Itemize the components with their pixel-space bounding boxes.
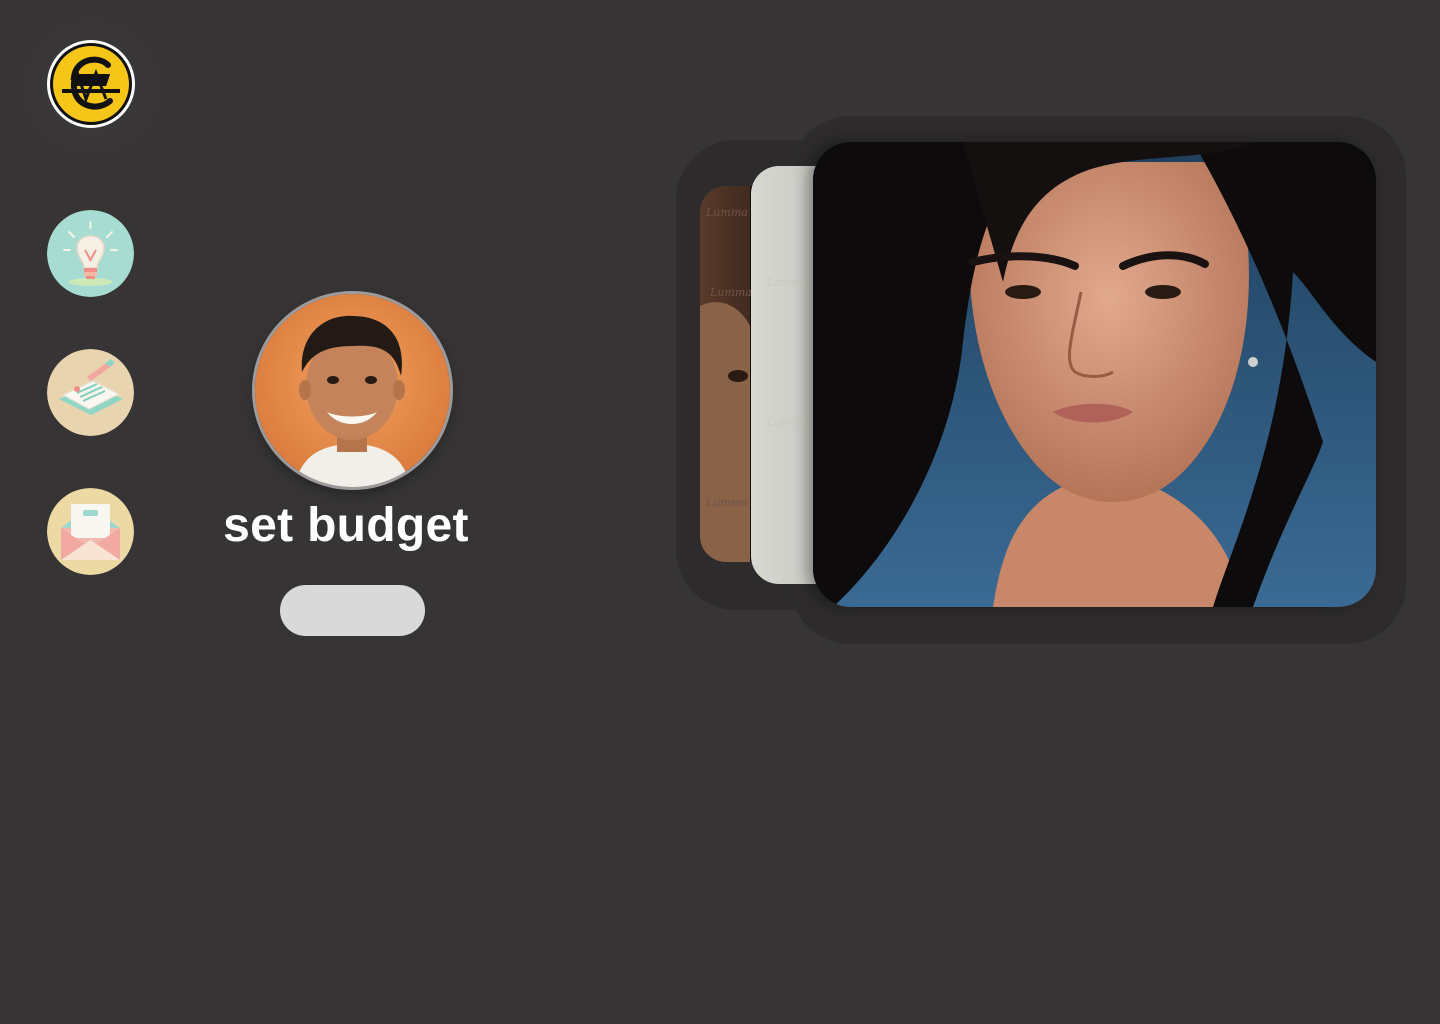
notepad-icon — [47, 349, 134, 436]
sidebar-item-messages[interactable] — [47, 488, 134, 575]
gallery-card-1[interactable] — [813, 142, 1376, 607]
portrait-image — [813, 142, 1376, 607]
envelope-icon — [47, 488, 134, 575]
sidebar-item-ideas[interactable] — [47, 210, 134, 297]
set-budget-button[interactable] — [280, 585, 425, 636]
lightbulb-icon — [47, 210, 134, 297]
sidebar-item-budget-notes[interactable] — [47, 349, 134, 436]
svg-text:Lumma: Lumma — [766, 276, 809, 289]
svg-text:Lumma: Lumma — [766, 416, 809, 429]
user-avatar[interactable] — [255, 294, 450, 487]
svg-text:Lumma: Lumma — [705, 496, 748, 509]
page-title: set budget — [223, 499, 469, 552]
euro-logo-icon — [47, 40, 135, 128]
avatar-photo — [255, 294, 450, 487]
app-logo[interactable] — [46, 39, 136, 129]
svg-text:Lumma: Lumma — [709, 286, 752, 299]
svg-text:Lumma: Lumma — [705, 206, 748, 219]
